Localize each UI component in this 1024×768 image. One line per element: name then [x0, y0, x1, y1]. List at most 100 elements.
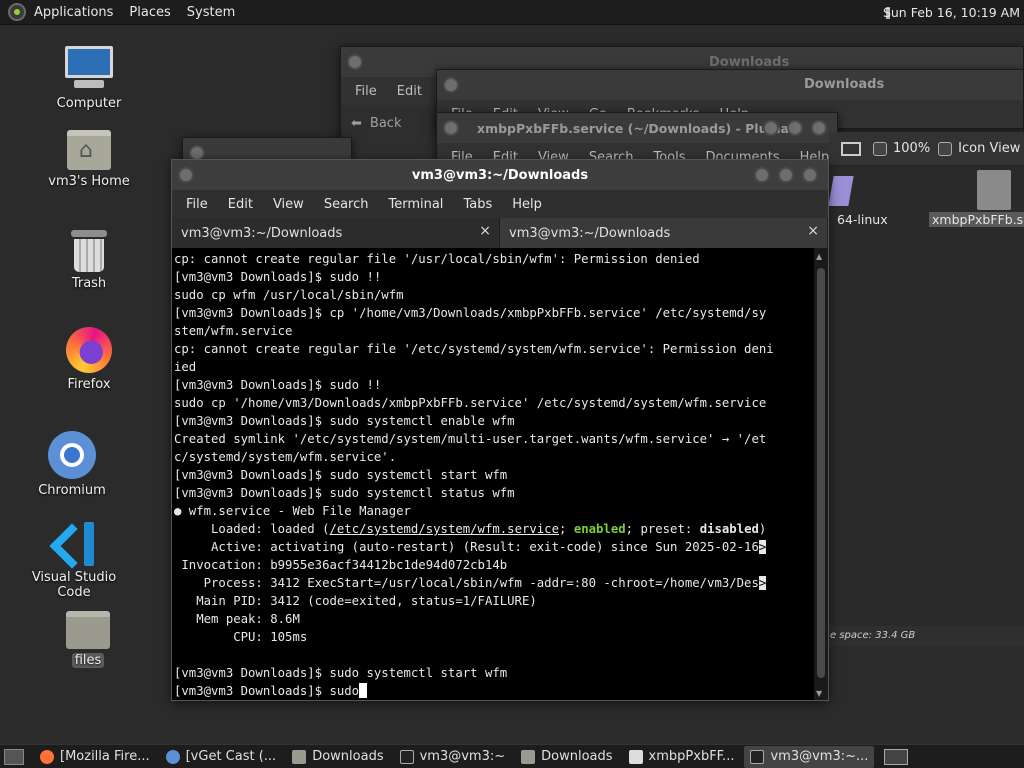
free-space-status: e space: 33.4 GB	[829, 626, 1024, 646]
terminal-line: stem/wfm.service	[174, 324, 293, 338]
file-manager-toolbar: 100% Icon View	[829, 132, 1024, 166]
text-file-icon	[977, 170, 1011, 210]
menu-file[interactable]: File	[176, 197, 218, 212]
terminal-titlebar[interactable]: vm3@vm3:~/Downloads	[172, 160, 828, 190]
close-button[interactable]	[802, 167, 818, 183]
menu-tabs[interactable]: Tabs	[453, 197, 502, 212]
folder-icon	[521, 749, 536, 764]
line-truncated-marker: >	[758, 576, 767, 590]
text-editor-icon	[628, 749, 643, 764]
terminal-window[interactable]: vm3@vm3:~/Downloads File Edit View Searc…	[171, 159, 829, 701]
menu-file[interactable]: File	[345, 84, 387, 99]
window-menu-icon[interactable]	[443, 120, 459, 136]
taskbar-item-pluma[interactable]: xmbpPxbFF...	[623, 746, 741, 768]
taskbar-item-firefox[interactable]: [Mozilla Fire...	[34, 746, 156, 768]
home-folder-icon	[67, 130, 111, 170]
terminal-line: Mem peak: 8.6M	[174, 612, 300, 626]
window-title[interactable]: xmbpPxbFFb.service (~/Downloads) - Pluma	[437, 113, 837, 143]
window-title[interactable]: Downloads	[437, 70, 1023, 100]
desktop-icon-vscode[interactable]: Visual Studio Code	[19, 522, 129, 600]
terminal-line: [vm3@vm3 Downloads]$ sudo systemctl enab…	[174, 414, 515, 428]
terminal-prompt-line[interactable]: [vm3@vm3 Downloads]$ sudo	[174, 682, 812, 700]
firefox-icon	[40, 749, 54, 764]
line-truncated-marker: >	[758, 540, 767, 554]
top-panel: Applications Places System Sun Feb 16, 1…	[0, 0, 1024, 25]
window-menu-icon[interactable]	[347, 54, 363, 70]
close-button[interactable]	[811, 120, 827, 136]
terminal-line: [vm3@vm3 Downloads]$ sudo !!	[174, 270, 382, 284]
taskbar-item-chromium[interactable]: [vGet Cast (...	[160, 746, 283, 768]
desktop-icon-trash[interactable]: Trash	[34, 230, 144, 291]
chromium-icon	[165, 749, 180, 764]
desktop-icon-firefox[interactable]: Firefox	[34, 327, 144, 392]
menu-edit[interactable]: Edit	[218, 197, 263, 212]
desktop-icon-files[interactable]: files	[33, 611, 143, 668]
terminal-icon	[750, 749, 765, 764]
scroll-down-arrow-icon[interactable]: ▼	[816, 689, 822, 698]
maximize-button[interactable]	[787, 120, 803, 136]
mate-logo-icon[interactable]	[8, 3, 26, 21]
show-desktop-icon[interactable]	[4, 748, 24, 765]
window-menu-icon[interactable]	[178, 167, 194, 183]
terminal-line: sudo cp wfm /usr/local/sbin/wfm	[174, 288, 404, 302]
terminal-line: Process: 3412 ExecStart=/usr/local/sbin/…	[174, 576, 767, 590]
file-icon	[828, 176, 854, 206]
scroll-up-arrow-icon[interactable]: ▲	[816, 252, 822, 261]
taskbar-item-downloads-2[interactable]: Downloads	[515, 746, 618, 768]
terminal-tab-1[interactable]: vm3@vm3:~/Downloads ×	[172, 218, 500, 248]
bottom-taskbar: [Mozilla Fire... [vGet Cast (... Downloa…	[0, 744, 1024, 768]
close-tab-icon[interactable]: ×	[479, 223, 491, 239]
terminal-line: cp: cannot create regular file '/usr/loc…	[174, 252, 700, 266]
system-menu[interactable]: System	[179, 0, 243, 25]
desktop-icon-chromium[interactable]: Chromium	[17, 431, 127, 498]
workspace-switcher-icon[interactable]	[884, 748, 909, 765]
zoom-out-button[interactable]	[873, 141, 887, 156]
folder-icon	[66, 611, 110, 649]
file-item-service[interactable]: xmbpPxbFFb.s	[929, 170, 1024, 228]
zoom-in-button[interactable]	[938, 141, 953, 156]
terminal-line: c/systemd/system/wfm.service'.	[174, 450, 397, 464]
minimize-button[interactable]	[763, 120, 779, 136]
terminal-output[interactable]: cp: cannot create regular file '/usr/loc…	[172, 248, 814, 700]
back-button[interactable]: Back	[370, 116, 402, 131]
view-mode-select[interactable]: Icon View	[958, 141, 1020, 156]
menu-terminal[interactable]: Terminal	[378, 197, 453, 212]
chromium-icon	[48, 431, 96, 479]
maximize-button[interactable]	[778, 167, 794, 183]
terminal-line-loaded: Loaded: loaded (/etc/systemd/system/wfm.…	[174, 522, 767, 536]
terminal-title: vm3@vm3:~/Downloads	[411, 167, 589, 183]
close-tab-icon[interactable]: ×	[807, 223, 819, 239]
taskbar-item-terminal-2[interactable]: vm3@vm3:~...	[744, 745, 875, 768]
menu-search[interactable]: Search	[314, 197, 379, 212]
desktop-icon-home[interactable]: vm3's Home	[34, 130, 144, 189]
terminal-tabbar: vm3@vm3:~/Downloads × vm3@vm3:~/Download…	[172, 218, 828, 248]
desktop-icon-computer[interactable]: Computer	[34, 46, 144, 111]
taskbar-item-downloads-1[interactable]: Downloads	[286, 746, 389, 768]
places-menu[interactable]: Places	[121, 0, 178, 25]
terminal-scrollbar[interactable]: ▲ ▼	[814, 248, 828, 700]
taskbar-item-terminal-1[interactable]: vm3@vm3:~	[394, 746, 512, 768]
terminal-menubar: File Edit View Search Terminal Tabs Help	[172, 190, 828, 218]
terminal-line: [vm3@vm3 Downloads]$ sudo systemctl star…	[174, 468, 508, 482]
minimize-button[interactable]	[754, 167, 770, 183]
terminal-line: cp: cannot create regular file '/etc/sys…	[174, 342, 774, 356]
terminal-line: [vm3@vm3 Downloads]$ sudo !!	[174, 378, 382, 392]
menu-edit[interactable]: Edit	[387, 84, 432, 99]
zoom-level: 100%	[893, 141, 931, 156]
applications-menu[interactable]: Applications	[26, 0, 121, 25]
file-item-linux[interactable]: 64-linux	[828, 176, 899, 228]
clock[interactable]: Sun Feb 16, 10:19 AM	[883, 0, 1020, 25]
menu-help[interactable]: Help	[502, 197, 552, 212]
menu-view[interactable]: View	[263, 197, 314, 212]
scrollbar-thumb[interactable]	[817, 268, 825, 678]
window-menu-icon[interactable]	[443, 77, 459, 93]
terminal-line: [vm3@vm3 Downloads]$ cp '/home/vm3/Downl…	[174, 306, 767, 320]
computer-location-icon[interactable]	[841, 141, 861, 156]
terminal-line: CPU: 105ms	[174, 630, 308, 644]
terminal-line: Created symlink '/etc/systemd/system/mul…	[174, 432, 767, 446]
terminal-tab-2[interactable]: vm3@vm3:~/Downloads ×	[500, 218, 828, 248]
file-manager-right-pane: 100% Icon View 64-linux xmbpPxbFFb.s e s…	[828, 132, 1024, 652]
file-manager-content[interactable]: 64-linux xmbpPxbFFb.s	[828, 166, 1024, 626]
computer-icon	[65, 46, 113, 92]
